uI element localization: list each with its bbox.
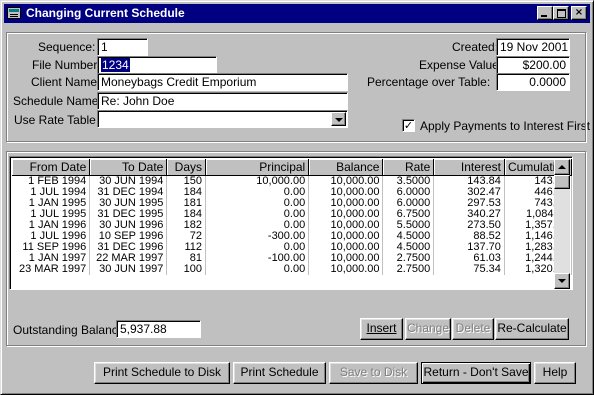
help-button[interactable]: Help (534, 362, 576, 384)
delete-label: Delete (455, 321, 491, 335)
recalculate-label: Re-Calculate (497, 321, 567, 335)
schedule-window: Changing Current Schedule × Sequence: 1 … (0, 0, 594, 395)
save-to-disk-button[interactable]: Save to Disk (329, 362, 418, 384)
grid-group (6, 151, 586, 346)
change-button[interactable]: Change (405, 318, 451, 340)
print-to-disk-label: Print Schedule to Disk (102, 365, 222, 379)
delete-button[interactable]: Delete (452, 318, 494, 340)
save-to-disk-label: Save to Disk (339, 365, 408, 379)
outstanding-label: Outstanding Balance: (13, 323, 128, 337)
header-group (6, 32, 586, 142)
print-to-disk-button[interactable]: Print Schedule to Disk (94, 362, 230, 384)
return-button[interactable]: Return - Don't Save (421, 362, 531, 384)
close-button[interactable]: × (571, 6, 587, 20)
insert-button[interactable]: Insert (360, 318, 403, 340)
return-label: Return - Don't Save (423, 365, 529, 379)
minimize-button[interactable] (537, 6, 553, 20)
app-icon[interactable] (7, 7, 21, 19)
help-label: Help (542, 365, 568, 379)
recalculate-button[interactable]: Re-Calculate (495, 318, 569, 340)
change-label: Change (406, 321, 450, 335)
outstanding-field[interactable]: 5,937.88 (116, 320, 201, 338)
print-schedule-label: Print Schedule (240, 365, 319, 379)
title-bar[interactable]: Changing Current Schedule × (4, 4, 590, 23)
window-title: Changing Current Schedule (26, 6, 185, 20)
insert-label: Insert (366, 321, 397, 335)
print-schedule-button[interactable]: Print Schedule (233, 362, 326, 384)
maximize-button[interactable] (553, 6, 569, 20)
